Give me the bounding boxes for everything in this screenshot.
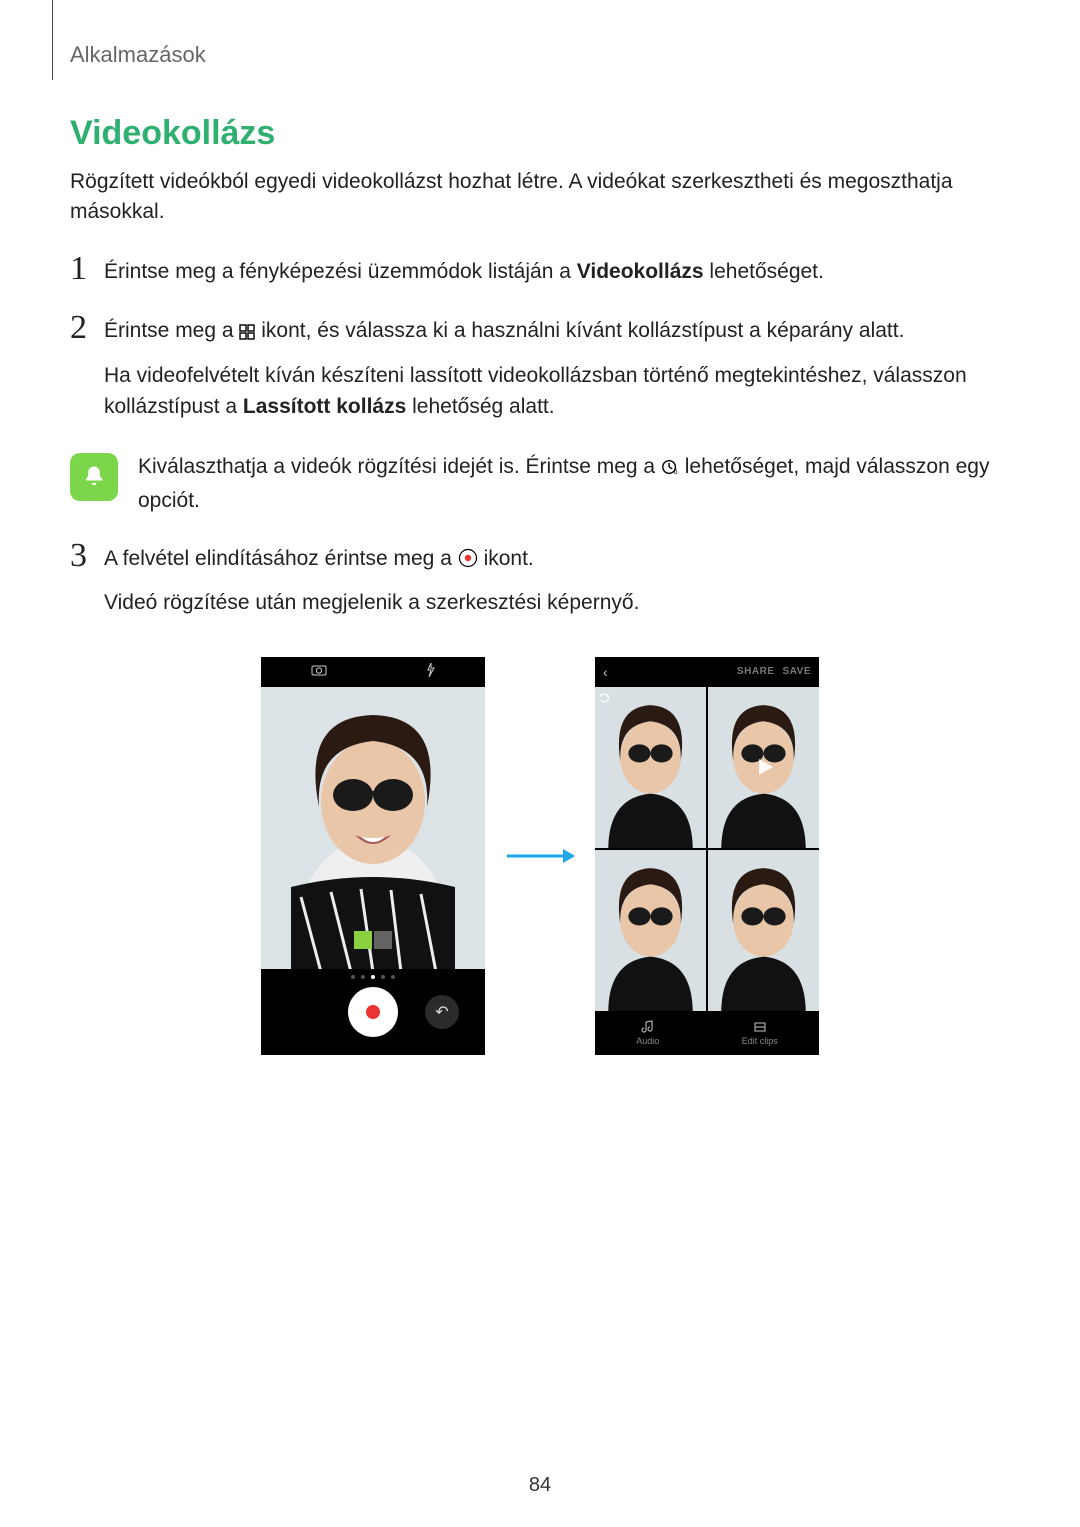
phone-editor: ‹ SHARE SAVE: [595, 657, 819, 1055]
undo-button[interactable]: ↶: [425, 995, 459, 1029]
step1-text-b: lehetőséget.: [704, 260, 824, 283]
bell-icon: [70, 453, 118, 501]
phone-camera: ↶: [261, 657, 485, 1055]
play-icon[interactable]: [708, 687, 819, 848]
save-button[interactable]: SAVE: [783, 666, 812, 677]
collage-cell: [708, 687, 819, 848]
collage-cell: [595, 687, 706, 848]
step2-line1-a: Érintse meg a: [104, 319, 239, 342]
record-icon: [458, 546, 478, 578]
arrow-icon: [505, 846, 575, 866]
flash-icon: [426, 663, 436, 680]
step2-line2-b: lehetőség alatt.: [406, 395, 554, 418]
step-number: 3: [70, 539, 104, 573]
figure-row: ↶ ‹ SHARE SAVE: [70, 657, 1010, 1055]
svg-text:6: 6: [674, 467, 678, 476]
camera-switch-icon: [311, 664, 327, 679]
grid-icon: [239, 318, 255, 350]
step-number: 2: [70, 311, 104, 345]
timer-icon: 6: [661, 454, 679, 486]
edit-clips-button[interactable]: Edit clips: [742, 1020, 778, 1046]
section-title: Videokollázs: [70, 114, 1010, 153]
step2-line2-bold: Lassított kollázs: [243, 395, 406, 418]
step3-line2: Videó rögzítése után megjelenik a szerke…: [104, 587, 1010, 619]
note-text-a: Kiválaszthatja a videók rögzítési idejét…: [138, 455, 661, 478]
step1-bold: Videokollázs: [577, 260, 704, 283]
cell-switch-icon: [599, 691, 611, 709]
share-button[interactable]: SHARE: [737, 666, 775, 677]
record-button[interactable]: [348, 987, 398, 1037]
step3-line1-b: ikont.: [484, 547, 534, 570]
collage-cell: [708, 850, 819, 1011]
intro-text: Rögzített videókból egyedi videokollázst…: [70, 167, 1010, 228]
step3-line1-a: A felvétel elindításához érintse meg a: [104, 547, 458, 570]
collage-layout-selector: [352, 919, 394, 961]
step-number: 1: [70, 252, 104, 286]
back-icon[interactable]: ‹: [603, 664, 608, 680]
audio-button[interactable]: Audio: [636, 1020, 659, 1046]
breadcrumb: Alkalmazások: [70, 42, 1010, 68]
collage-cell: [595, 850, 706, 1011]
page-number: 84: [0, 1474, 1080, 1497]
step2-line1-b: ikont, és válassza ki a használni kívánt…: [261, 319, 904, 342]
step-3: 3 A felvétel elindításához érintse meg a…: [70, 543, 1010, 629]
note: Kiválaszthatja a videók rögzítési idejét…: [70, 451, 1010, 517]
step1-text-a: Érintse meg a fényképezési üzemmódok lis…: [104, 260, 577, 283]
step-2: 2 Érintse meg a ikont, és válassza ki a …: [70, 315, 1010, 433]
step-1: 1 Érintse meg a fényképezési üzemmódok l…: [70, 256, 1010, 298]
